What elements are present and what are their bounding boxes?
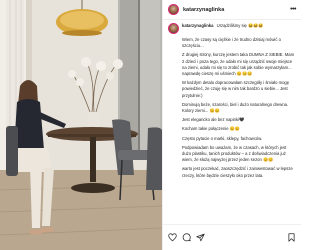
caption-paragraph: Kocham takie połączenie 😊😊 (182, 126, 241, 132)
caption: katarzynaglinka Urządziliśmy się 😆😆😆 Wie… (163, 20, 301, 224)
caption-paragraph: Jest elegancko ale bez napinki🖤 (182, 117, 245, 123)
caption-paragraph: W każdym detalu dopracowałam szczegóły i… (182, 80, 290, 98)
bookmark-icon[interactable] (287, 233, 296, 242)
comment-icon[interactable] (182, 233, 191, 242)
caption-head: katarzynaglinka Urządziliśmy się 😆😆😆 (168, 23, 296, 34)
share-icon[interactable] (196, 233, 205, 242)
caption-paragraph: Często pytacie o marki, sklepy, fachowcó… (182, 135, 263, 141)
interior-photo-illustration (0, 0, 162, 250)
caption-first-line: katarzynaglinka Urządziliśmy się 😆😆😆 (182, 23, 264, 29)
caption-avatar[interactable] (168, 23, 179, 34)
username[interactable]: katarzynaglinka (183, 7, 224, 13)
caption-paragraph: Podpowiadam bo uważam, że w czasach, w k… (182, 144, 287, 163)
caption-username[interactable]: katarzynaglinka (182, 23, 213, 28)
post-photo (0, 0, 162, 250)
caption-paragraph: Wiem, że czasy są ciężkie i że trudno dz… (182, 37, 281, 49)
heart-icon[interactable] (168, 233, 177, 242)
post-panel: katarzynaglinka ••• katarzynaglinka Urzą… (162, 0, 301, 250)
caption-paragraph: warto jest poczekać, zaoszczędzić i zain… (182, 166, 293, 178)
post-header: katarzynaglinka ••• (163, 0, 301, 20)
action-bar (163, 224, 301, 250)
avatar[interactable] (168, 4, 179, 15)
caption-paragraph: Z drugiej strony, kurczę jestem taka DUM… (182, 52, 295, 77)
caption-first-text: Urządziliśmy się 😆😆😆 (216, 23, 264, 28)
caption-paragraph: Dominują beże, szarości, biel i dużo nat… (182, 101, 289, 114)
more-horizontal-icon[interactable]: ••• (290, 6, 296, 13)
